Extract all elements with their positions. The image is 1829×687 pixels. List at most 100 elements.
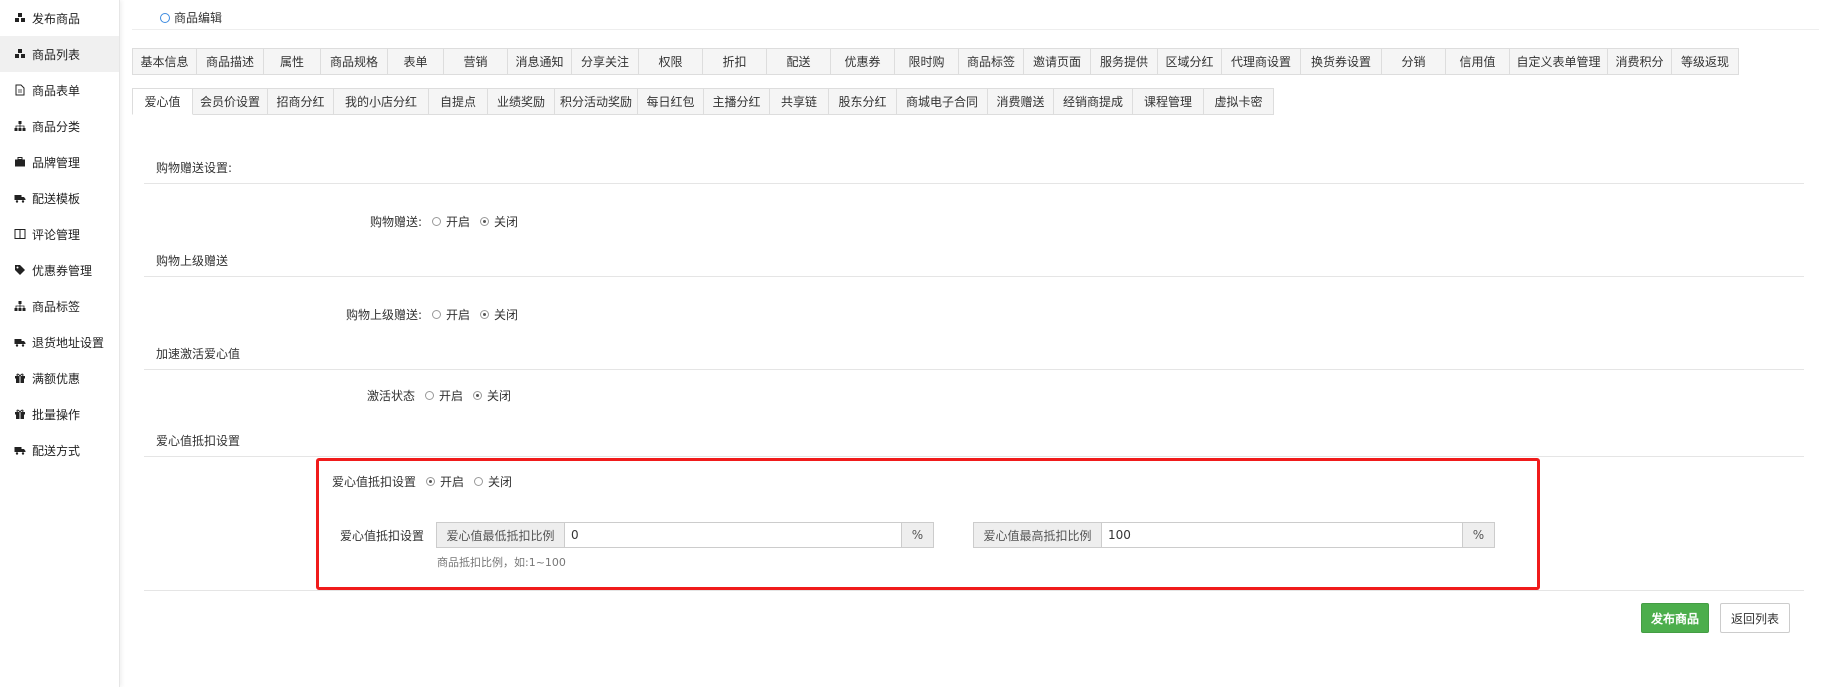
sidebar-item[interactable]: 优惠券管理 — [0, 252, 119, 288]
deduction-off-radio[interactable]: 关闭 — [474, 473, 512, 490]
main-content: 商品编辑 基本信息 商品描述 属性 商品规格 表单 营销 消息通知 分享关注 权限 折扣 配送 优惠券… — [132, 0, 1829, 687]
divider — [144, 369, 1804, 370]
sidebar-item-label: 评论管理 — [32, 227, 81, 242]
file-icon — [13, 83, 27, 97]
tab[interactable]: 基本信息 — [132, 48, 197, 75]
sidebar-item[interactable]: 商品标签 — [0, 288, 119, 324]
sidebar-item-label: 品牌管理 — [32, 155, 81, 170]
tab[interactable]: 区域分红 — [1158, 48, 1222, 75]
sidebar-item[interactable]: 品牌管理 — [0, 144, 119, 180]
tab[interactable]: 优惠券 — [831, 48, 895, 75]
tab[interactable]: 信用值 — [1446, 48, 1510, 75]
deduction-switch-row: 爱心值抵扣设置 开启 关闭 — [332, 473, 522, 490]
min-ratio-addon: 爱心值最低抵扣比例 — [437, 523, 565, 547]
tab[interactable]: 商品规格 — [321, 48, 388, 75]
tab[interactable]: 主播分红 — [704, 88, 770, 115]
tab[interactable]: 分享关注 — [572, 48, 639, 75]
sidebar: 发布商品商品列表 商品表单商品分类品牌管理配送模板评论管理优惠券管理商品标签退货地… — [0, 0, 120, 687]
tab[interactable]: 消费赠送 — [988, 88, 1054, 115]
sidebar-item[interactable]: 商品表单 — [0, 72, 119, 108]
tab[interactable]: 共享链 — [770, 88, 829, 115]
tab[interactable]: 商品标签 — [959, 48, 1024, 75]
tab-bar-secondary: 爱心值 会员价设置 招商分红 我的小店分红 自提点 业绩奖励 积分活动奖励 每日红包 主播分红共… — [132, 88, 1274, 115]
shopping-gift-off-radio[interactable]: 关闭 — [480, 213, 518, 230]
tab[interactable]: 招商分红 — [268, 88, 334, 115]
tab[interactable]: 商城电子合同 — [897, 88, 988, 115]
tab[interactable]: 爱心值 — [132, 88, 193, 115]
tags-icon — [13, 263, 27, 277]
max-ratio-addon: 爱心值最高抵扣比例 — [974, 523, 1102, 547]
sitemap-icon — [13, 299, 27, 313]
tab[interactable]: 代理商设置 — [1222, 48, 1301, 75]
tab[interactable]: 消息通知 — [508, 48, 572, 75]
max-ratio-group: 爱心值最高抵扣比例 % — [973, 522, 1495, 548]
sidebar-item[interactable]: 商品分类 — [0, 108, 119, 144]
tab[interactable]: 虚拟卡密 — [1204, 88, 1274, 115]
parent-gift-on-radio[interactable]: 开启 — [432, 306, 470, 323]
sidebar-item-label: 满额优惠 — [32, 371, 81, 386]
publish-button[interactable]: 发布商品 — [1641, 603, 1709, 633]
tab[interactable]: 等级返现 — [1672, 48, 1739, 75]
shopping-gift-on-radio[interactable]: 开启 — [432, 213, 470, 230]
tab[interactable]: 股东分红 — [829, 88, 897, 115]
tab[interactable]: 服务提供 — [1091, 48, 1158, 75]
tab[interactable]: 权限 — [639, 48, 703, 75]
sidebar-item[interactable]: 配送模板 — [0, 180, 119, 216]
min-ratio-group: 爱心值最低抵扣比例 % — [436, 522, 934, 548]
briefcase-icon — [13, 155, 27, 169]
tab[interactable]: 消费积分 — [1608, 48, 1672, 75]
tab[interactable]: 表单 — [388, 48, 444, 75]
tab[interactable]: 积分活动奖励 — [555, 88, 638, 115]
sidebar-item[interactable]: 商品列表 — [0, 36, 119, 72]
tab[interactable]: 折扣 — [703, 48, 767, 75]
sidebar-item-label: 商品分类 — [32, 119, 81, 134]
max-ratio-input[interactable] — [1102, 523, 1462, 547]
section-title-activation: 加速激活爱心值 — [156, 347, 241, 361]
tab[interactable]: 换货券设置 — [1301, 48, 1382, 75]
divider — [144, 183, 1804, 184]
circle-icon — [160, 12, 170, 23]
sidebar-item-label: 商品标签 — [32, 299, 81, 314]
activation-off-radio[interactable]: 关闭 — [473, 387, 511, 404]
tab[interactable]: 我的小店分红 — [334, 88, 429, 115]
activation-on-radio[interactable]: 开启 — [425, 387, 463, 404]
tab[interactable]: 每日红包 — [638, 88, 704, 115]
tab[interactable]: 配送 — [767, 48, 831, 75]
sidebar-item[interactable]: 退货地址设置 — [0, 324, 119, 360]
activation-row: 激活状态 开启 关闭 — [322, 387, 521, 404]
sidebar-item[interactable]: 配送方式 — [0, 432, 119, 468]
radio-dot — [432, 217, 441, 226]
parent-gift-off-radio[interactable]: 关闭 — [480, 306, 518, 323]
tab[interactable]: 限时购 — [895, 48, 959, 75]
tab[interactable]: 自提点 — [429, 88, 488, 115]
tab[interactable]: 经销商提成 — [1054, 88, 1133, 115]
deduction-on-radio[interactable]: 开启 — [426, 473, 464, 490]
tab[interactable]: 属性 — [264, 48, 321, 75]
page-title: 商品编辑 — [174, 11, 223, 25]
section-title-parent-gift: 购物上级赠送 — [156, 254, 229, 268]
sidebar-item-label: 退货地址设置 — [32, 335, 105, 350]
tab[interactable]: 业绩奖励 — [488, 88, 555, 115]
radio-dot-selected — [480, 217, 490, 226]
cubes-icon — [13, 11, 27, 25]
tab[interactable]: 营销 — [444, 48, 508, 75]
sidebar-item[interactable]: 评论管理 — [0, 216, 119, 252]
page-header: 商品编辑 — [160, 9, 222, 26]
sidebar-item[interactable]: 满额优惠 — [0, 360, 119, 396]
tab[interactable]: 分销 — [1382, 48, 1446, 75]
tab[interactable]: 课程管理 — [1133, 88, 1204, 115]
radio-label: 关闭 — [487, 389, 512, 403]
sidebar-item-label: 发布商品 — [32, 11, 81, 26]
sidebar-item[interactable]: 批量操作 — [0, 396, 119, 432]
columns-icon — [13, 227, 27, 241]
tab[interactable]: 邀请页面 — [1024, 48, 1091, 75]
radio-dot-selected — [480, 310, 490, 319]
min-ratio-input[interactable] — [565, 523, 901, 547]
tab[interactable]: 会员价设置 — [193, 88, 268, 115]
tab[interactable]: 自定义表单管理 — [1510, 48, 1608, 75]
tab[interactable]: 商品描述 — [197, 48, 264, 75]
activation-label: 激活状态 — [366, 389, 415, 403]
sidebar-item[interactable]: 发布商品 — [0, 0, 119, 36]
radio-label: 关闭 — [494, 308, 519, 322]
back-to-list-button[interactable]: 返回列表 — [1720, 603, 1790, 633]
